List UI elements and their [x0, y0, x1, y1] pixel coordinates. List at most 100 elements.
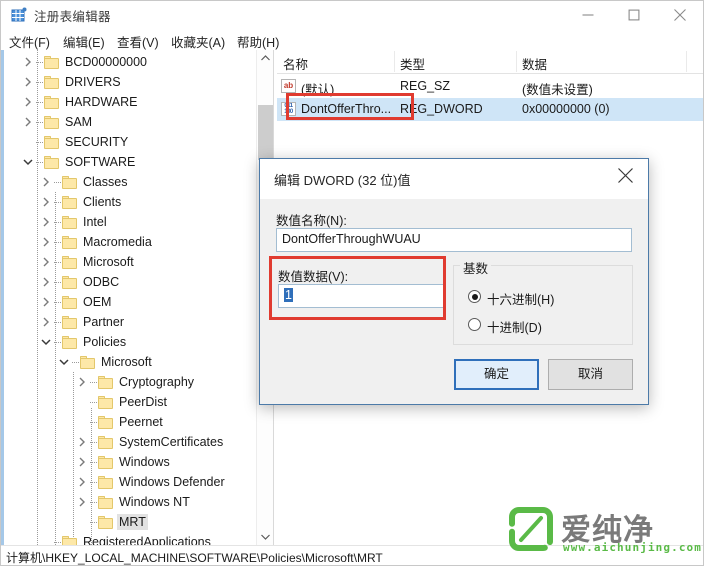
folder-icon — [62, 176, 77, 189]
column-separator[interactable] — [394, 51, 395, 72]
chevron-right-icon[interactable] — [40, 252, 52, 272]
tree-item-cryptography[interactable]: Cryptography — [4, 372, 256, 392]
tree-connector — [54, 202, 61, 203]
tree-item-policies[interactable]: Policies — [4, 332, 256, 352]
chevron-right-icon[interactable] — [22, 112, 34, 132]
column-header-type[interactable]: 类型 — [400, 54, 425, 73]
registry-icon — [11, 7, 27, 23]
tree-item-windows[interactable]: Windows — [4, 452, 256, 472]
value-data-input[interactable]: 1 — [278, 284, 444, 308]
chevron-down-icon[interactable] — [58, 352, 70, 372]
tree-item-windows-nt[interactable]: Windows NT — [4, 492, 256, 512]
table-row[interactable]: ab (默认) REG_SZ (数值未设置) — [277, 75, 703, 98]
ok-button[interactable]: 确定 — [454, 359, 539, 390]
value-data-input-text: 1 — [284, 288, 293, 302]
dialog-title: 编辑 DWORD (32 位)值 — [274, 173, 411, 188]
tree-item-systemcertificates[interactable]: SystemCertificates — [4, 432, 256, 452]
value-data: (数值未设置) — [522, 83, 593, 97]
menu-view[interactable]: 查看(V) — [117, 32, 159, 51]
tree-item-partner[interactable]: Partner — [4, 312, 256, 332]
tree-item-macromedia[interactable]: Macromedia — [4, 232, 256, 252]
tree-item-odbc[interactable]: ODBC — [4, 272, 256, 292]
table-row[interactable]: 011 100 DontOfferThro... REG_DWORD 0x0000… — [277, 98, 703, 121]
tree-item-oem[interactable]: OEM — [4, 292, 256, 312]
tree-item-microsoft[interactable]: Microsoft — [4, 352, 256, 372]
menu-favorites[interactable]: 收藏夹(A) — [171, 32, 225, 51]
value-type: REG_SZ — [400, 79, 451, 93]
chevron-right-icon[interactable] — [40, 272, 52, 292]
cancel-button[interactable]: 取消 — [548, 359, 633, 390]
tree-item-sam[interactable]: SAM — [4, 112, 256, 132]
tree-item-label: PeerDist — [119, 395, 167, 409]
tree-item-security[interactable]: SECURITY — [4, 132, 256, 152]
tree-item-clients[interactable]: Clients — [4, 192, 256, 212]
chevron-right-icon[interactable] — [40, 192, 52, 212]
folder-icon — [98, 436, 113, 449]
tree-item-label: Peernet — [119, 415, 163, 429]
tree-item-label: SOFTWARE — [65, 155, 136, 169]
tree-item-registeredapplications[interactable]: RegisteredApplications — [4, 532, 256, 545]
tree-item-microsoft[interactable]: Microsoft — [4, 252, 256, 272]
chevron-right-icon[interactable] — [76, 452, 88, 472]
dword-value-icon: 011 100 — [281, 102, 296, 116]
chevron-right-icon[interactable] — [22, 72, 34, 92]
menu-help[interactable]: 帮助(H) — [237, 32, 279, 51]
tree-scrollbar-thumb[interactable] — [258, 105, 273, 160]
tree-item-windows-defender[interactable]: Windows Defender — [4, 472, 256, 492]
tree-connector — [90, 522, 97, 523]
brand-logo-icon — [509, 507, 553, 551]
tree-connector — [90, 382, 97, 383]
chevron-down-icon[interactable] — [40, 332, 52, 352]
chevron-right-icon[interactable] — [40, 212, 52, 232]
column-header-name[interactable]: 名称 — [283, 54, 308, 73]
menu-edit[interactable]: 编辑(E) — [63, 32, 105, 51]
tree-item-label: OEM — [83, 295, 112, 309]
chevron-right-icon[interactable] — [76, 372, 88, 392]
tree-item-classes[interactable]: Classes — [4, 172, 256, 192]
tree-item-hardware[interactable]: HARDWARE — [4, 92, 256, 112]
scroll-up-arrow[interactable] — [257, 50, 273, 67]
dialog-close-button[interactable] — [604, 159, 648, 191]
close-button[interactable] — [657, 1, 703, 29]
value-name-input-text: DontOfferThroughWUAU — [282, 232, 421, 246]
chevron-right-icon[interactable] — [22, 52, 34, 72]
folder-icon — [44, 96, 59, 109]
tree-connector — [90, 482, 97, 483]
minimize-button[interactable] — [565, 1, 611, 29]
chevron-right-icon[interactable] — [76, 432, 88, 452]
tree-connector — [90, 442, 97, 443]
registry-editor-window: 注册表编辑器 文件(F) 编辑(E) 查看(V) 收藏夹(A) 帮助(H) BC… — [0, 0, 704, 566]
chevron-right-icon[interactable] — [76, 472, 88, 492]
tree-connector — [72, 362, 79, 363]
chevron-right-icon[interactable] — [76, 492, 88, 512]
folder-icon — [44, 136, 59, 149]
tree-item-software[interactable]: SOFTWARE — [4, 152, 256, 172]
tree-item-label: Policies — [83, 335, 127, 349]
tree-item-drivers[interactable]: DRIVERS — [4, 72, 256, 92]
registry-tree-pane[interactable]: BCD00000000 DRIVERS HARDWARE SAM SECURITY SOF… — [4, 50, 274, 546]
scroll-down-arrow[interactable] — [257, 529, 273, 545]
tree-connector — [36, 82, 43, 83]
chevron-right-icon[interactable] — [40, 172, 52, 192]
chevron-right-icon[interactable] — [40, 292, 52, 312]
chevron-right-icon[interactable] — [22, 92, 34, 112]
tree-item-label: SECURITY — [65, 135, 129, 149]
maximize-button[interactable] — [611, 1, 657, 29]
tree-item-peernet[interactable]: Peernet — [4, 412, 256, 432]
value-name-input[interactable]: DontOfferThroughWUAU — [276, 228, 632, 252]
chevron-down-icon[interactable] — [22, 152, 34, 172]
tree-item-peerdist[interactable]: PeerDist — [4, 392, 256, 412]
column-separator[interactable] — [686, 51, 687, 72]
chevron-right-icon[interactable] — [40, 232, 52, 252]
folder-icon — [62, 336, 77, 349]
tree-item-bcd00000000[interactable]: BCD00000000 — [4, 52, 256, 72]
watermark: 爱纯净 www.aichunjing.com — [509, 503, 701, 561]
column-separator[interactable] — [516, 51, 517, 72]
folder-icon — [62, 296, 77, 309]
tree-item-label: HARDWARE — [65, 95, 138, 109]
tree-item-mrt[interactable]: MRT — [4, 512, 256, 532]
tree-item-intel[interactable]: Intel — [4, 212, 256, 232]
column-header-data[interactable]: 数据 — [522, 54, 547, 73]
chevron-right-icon[interactable] — [40, 312, 52, 332]
menu-file[interactable]: 文件(F) — [9, 32, 50, 51]
